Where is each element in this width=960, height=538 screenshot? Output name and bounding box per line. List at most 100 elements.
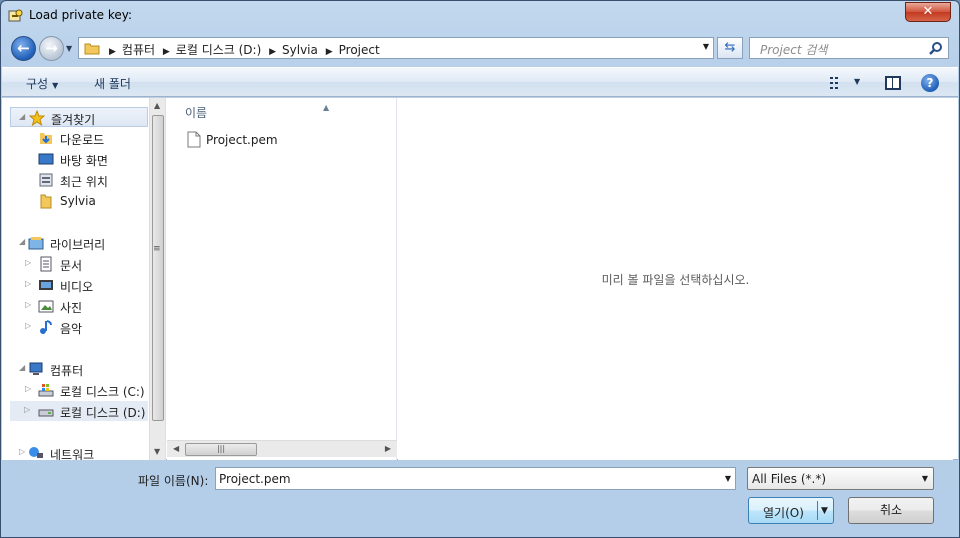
breadcrumb-separator-icon[interactable]: ▶ (109, 47, 116, 57)
file-name-field[interactable]: Project.pem ▼ (215, 467, 736, 490)
file-name: Project.pem (206, 133, 278, 147)
search-box[interactable]: Project 검색 (749, 37, 949, 59)
new-folder-label: 새 폴더 (94, 77, 131, 91)
expand-triangle-icon[interactable]: ▷ (25, 279, 31, 288)
forward-button[interactable]: → (39, 36, 64, 61)
nav-vertical-scrollbar[interactable]: ▲ ≡ ▼ (149, 98, 165, 460)
collapse-triangle-icon[interactable]: ◢ (19, 237, 25, 246)
close-button[interactable]: ✕ (905, 2, 951, 22)
history-dropdown-icon[interactable]: ▼ (66, 44, 72, 53)
desktop-icon (38, 153, 54, 165)
back-arrow-icon: ← (17, 39, 30, 57)
nav-item-label: 바탕 화면 (60, 154, 108, 168)
scroll-thumb[interactable]: ||| (185, 443, 257, 456)
network-icon (29, 447, 43, 458)
breadcrumb-separator-icon[interactable]: ▶ (163, 47, 170, 57)
preview-pane: 미리 볼 파일을 선택하십시오. (398, 98, 953, 460)
split-divider (817, 501, 818, 520)
refresh-button[interactable]: ⇆ (717, 37, 743, 59)
expand-triangle-icon[interactable]: ▷ (19, 447, 25, 456)
breadcrumb-drive-d[interactable]: 로컬 디스크 (D:) (176, 43, 261, 57)
file-list-pane: 이름 ▲ Project.pem ◀ ||| ▶ (167, 98, 397, 460)
nav-favorites-label: 즐겨찾기 (51, 113, 96, 127)
scroll-right-icon[interactable]: ▶ (385, 444, 391, 453)
back-button[interactable]: ← (11, 36, 36, 61)
file-type-value: All Files (*.*) (752, 472, 827, 486)
title-bar: Load private key: ✕ (1, 1, 959, 31)
cancel-button[interactable]: 취소 (848, 497, 934, 524)
expand-triangle-icon[interactable]: ▷ (25, 300, 31, 309)
breadcrumb-project[interactable]: Project (339, 43, 380, 57)
view-options-icon[interactable] (830, 76, 846, 90)
search-icon[interactable] (929, 41, 943, 55)
expand-triangle-icon[interactable]: ▷ (25, 258, 31, 267)
breadcrumb-computer[interactable]: 컴퓨터 (122, 43, 155, 57)
organize-label: 구성 (26, 77, 49, 91)
nav-network-label: 네트워크 (50, 448, 95, 460)
collapse-triangle-icon[interactable]: ◢ (19, 363, 25, 372)
window-title: Load private key: (29, 8, 133, 22)
open-button[interactable]: 열기(O) ▼ (748, 497, 834, 524)
file-name-label: 파일 이름(N): (138, 474, 209, 488)
navigation-pane: ◢ 즐겨찾기 다운로드 바탕 화면 최근 위치 Sylvia ◢ 라이브러리 ▷… (2, 98, 166, 460)
help-icon: ? (926, 76, 934, 90)
scroll-thumb[interactable] (152, 115, 164, 421)
forward-arrow-icon: → (45, 39, 58, 57)
collapse-triangle-icon[interactable]: ◢ (19, 112, 25, 121)
help-button[interactable]: ? (921, 74, 939, 92)
nav-item-label: 로컬 디스크 (D:) (60, 406, 146, 420)
column-header-name[interactable]: 이름 ▲ (185, 103, 329, 121)
file-type-select[interactable]: All Files (*.*) ▼ (747, 467, 934, 490)
system-drive-icon (38, 384, 54, 397)
nav-item-label: 최근 위치 (60, 175, 108, 189)
view-dropdown-icon[interactable]: ▼ (854, 77, 860, 86)
close-icon: ✕ (922, 4, 934, 19)
scroll-down-icon[interactable]: ▼ (154, 447, 160, 456)
star-icon (29, 110, 45, 126)
nav-item-label: 문서 (60, 259, 83, 273)
nav-computer-label: 컴퓨터 (50, 364, 84, 378)
address-dropdown-icon[interactable]: ▼ (703, 42, 709, 51)
preview-message: 미리 볼 파일을 선택하십시오. (601, 273, 750, 287)
computer-icon (29, 362, 43, 375)
drive-icon (38, 409, 54, 417)
command-bar: 구성 ▼ 새 폴더 ▼ ? (2, 67, 958, 97)
nav-favorites[interactable]: ◢ 즐겨찾기 (10, 107, 148, 127)
folder-icon (84, 43, 100, 55)
scroll-left-icon[interactable]: ◀ (173, 444, 179, 453)
scroll-up-icon[interactable]: ▲ (154, 101, 160, 110)
expand-triangle-icon[interactable]: ▷ (24, 405, 30, 414)
folder-icon (40, 194, 52, 209)
recent-places-icon (39, 173, 53, 187)
breadcrumb-separator-icon[interactable]: ▶ (326, 47, 333, 57)
music-icon (40, 320, 52, 334)
nav-item-label: 비디오 (60, 280, 94, 294)
organize-button[interactable]: 구성 ▼ (26, 75, 58, 92)
pictures-icon (38, 300, 54, 313)
expand-triangle-icon[interactable]: ▷ (25, 384, 31, 393)
breadcrumb: ▶ 컴퓨터 ▶ 로컬 디스크 (D:) ▶ Sylvia ▶ Project (105, 41, 380, 58)
address-bar[interactable]: ▶ 컴퓨터 ▶ 로컬 디스크 (D:) ▶ Sylvia ▶ Project ▼ (78, 37, 714, 59)
key-app-icon (8, 9, 23, 22)
libraries-icon (28, 237, 44, 250)
open-dropdown-icon[interactable]: ▼ (821, 506, 828, 516)
file-icon (187, 131, 201, 148)
nav-item-label: 로컬 디스크 (C:) (60, 385, 145, 399)
address-row: ← → ▼ ▶ 컴퓨터 ▶ 로컬 디스크 (D:) ▶ Sylvia ▶ Project… (1, 33, 959, 63)
column-header-label: 이름 (185, 106, 208, 120)
new-folder-button[interactable]: 새 폴더 (94, 75, 131, 92)
nav-item-label: 음악 (60, 322, 83, 336)
nav-item-label: Sylvia (60, 194, 96, 208)
preview-pane-button[interactable] (885, 76, 901, 90)
file-horizontal-scrollbar[interactable]: ◀ ||| ▶ (167, 440, 397, 457)
refresh-icon: ⇆ (724, 40, 736, 55)
expand-triangle-icon[interactable]: ▷ (25, 321, 31, 330)
breadcrumb-separator-icon[interactable]: ▶ (269, 47, 276, 57)
search-input[interactable]: Project 검색 (760, 41, 827, 58)
sort-ascending-icon: ▲ (323, 103, 330, 112)
breadcrumb-sylvia[interactable]: Sylvia (282, 43, 318, 57)
downloads-folder-icon (40, 133, 52, 144)
video-icon (39, 280, 53, 290)
file-name-dropdown-icon[interactable]: ▼ (725, 474, 731, 483)
nav-item-drive-d[interactable]: ▷ 로컬 디스크 (D:) (10, 401, 148, 421)
